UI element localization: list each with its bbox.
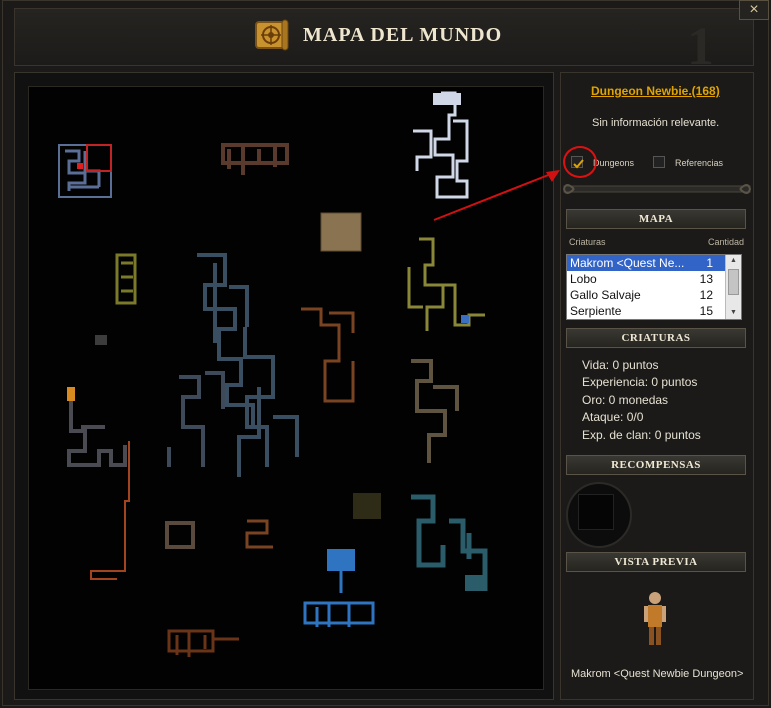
scroll-thumb[interactable] (728, 269, 739, 295)
close-icon: × (749, 1, 759, 18)
list-scrollbar[interactable]: ▲ ▼ (725, 255, 741, 319)
zone-link[interactable]: Dungeon Newbie.(168) (591, 84, 720, 98)
stat-vida: Vida: 0 puntos (582, 358, 659, 372)
dungeon-marker-brown-bottom[interactable] (167, 629, 239, 657)
dungeon-marker-olive-left[interactable] (115, 253, 137, 305)
referencias-checkbox[interactable] (653, 156, 665, 168)
dungeons-label: Dungeons (593, 158, 635, 168)
section-recompensas: RECOMPENSAS (566, 455, 746, 475)
dungeon-marker-slate-center[interactable] (167, 253, 299, 477)
section-criaturas: CRIATURAS (566, 328, 746, 348)
npc-preview-sprite (644, 592, 666, 645)
dungeon-marker-olive-right[interactable] (407, 237, 485, 331)
close-button[interactable]: × (739, 0, 769, 20)
referencias-label: Referencias (675, 158, 724, 168)
dungeon-marker-brown-center[interactable] (301, 307, 355, 403)
window-title: MAPA DEL MUNDO (303, 24, 503, 46)
scroll-down-icon[interactable]: ▼ (726, 307, 741, 319)
dungeon-marker-tiny[interactable] (95, 335, 107, 345)
list-item[interactable]: Gallo Salvaje 12 (567, 287, 741, 303)
dungeon-marker-brown-small-2[interactable] (245, 519, 273, 549)
dungeon-marker-grid-blue[interactable] (58, 144, 112, 198)
stat-ataque: Ataque: 0/0 (582, 410, 644, 424)
dungeon-marker-gray-left[interactable] (67, 387, 127, 467)
creature-list[interactable]: Makrom <Quest Ne... 1 Lobo 13 Gallo Salvaj… (566, 254, 742, 320)
dungeon-marker-blue[interactable] (303, 549, 375, 627)
preview-caption: Makrom <Quest Newbie Dungeon> (571, 668, 744, 680)
dungeon-marker-ruins[interactable] (411, 359, 459, 463)
col-criaturas: Criaturas (569, 237, 606, 247)
reward-slot[interactable] (578, 494, 614, 530)
list-item[interactable]: Serpiente 15 (567, 303, 741, 319)
scroll-up-icon[interactable]: ▲ (726, 255, 741, 267)
divider-ornament (562, 184, 752, 194)
section-mapa: MAPA (566, 209, 746, 229)
stat-exp-clan: Exp. de clan: 0 puntos (582, 428, 701, 442)
list-item[interactable]: Makrom <Quest Ne... 1 (567, 255, 741, 271)
dungeon-marker-small-brown[interactable] (165, 521, 195, 549)
dungeon-marker-dark-square[interactable] (353, 493, 381, 519)
dungeon-marker-tan[interactable] (320, 212, 362, 252)
dungeon-marker-brown-top[interactable] (221, 143, 289, 175)
highlight-circle (563, 146, 597, 178)
scroll-map-icon (255, 19, 289, 51)
zone-info: Sin información relevante. (592, 117, 720, 129)
list-item[interactable]: Lobo 13 (567, 271, 741, 287)
world-map-window: 1 MAPA DEL MUNDO × Dungeon Newbie.(168) … (0, 0, 771, 708)
red-arrow-annotation (433, 170, 560, 221)
page-number: 1 (687, 16, 714, 76)
stat-experiencia: Experiencia: 0 puntos (582, 375, 698, 389)
col-cantidad: Cantidad (708, 237, 745, 247)
dungeon-marker-teal[interactable] (411, 494, 488, 591)
section-vista-previa: VISTA PREVIA (566, 552, 746, 572)
stat-oro: Oro: 0 monedas (582, 393, 669, 407)
